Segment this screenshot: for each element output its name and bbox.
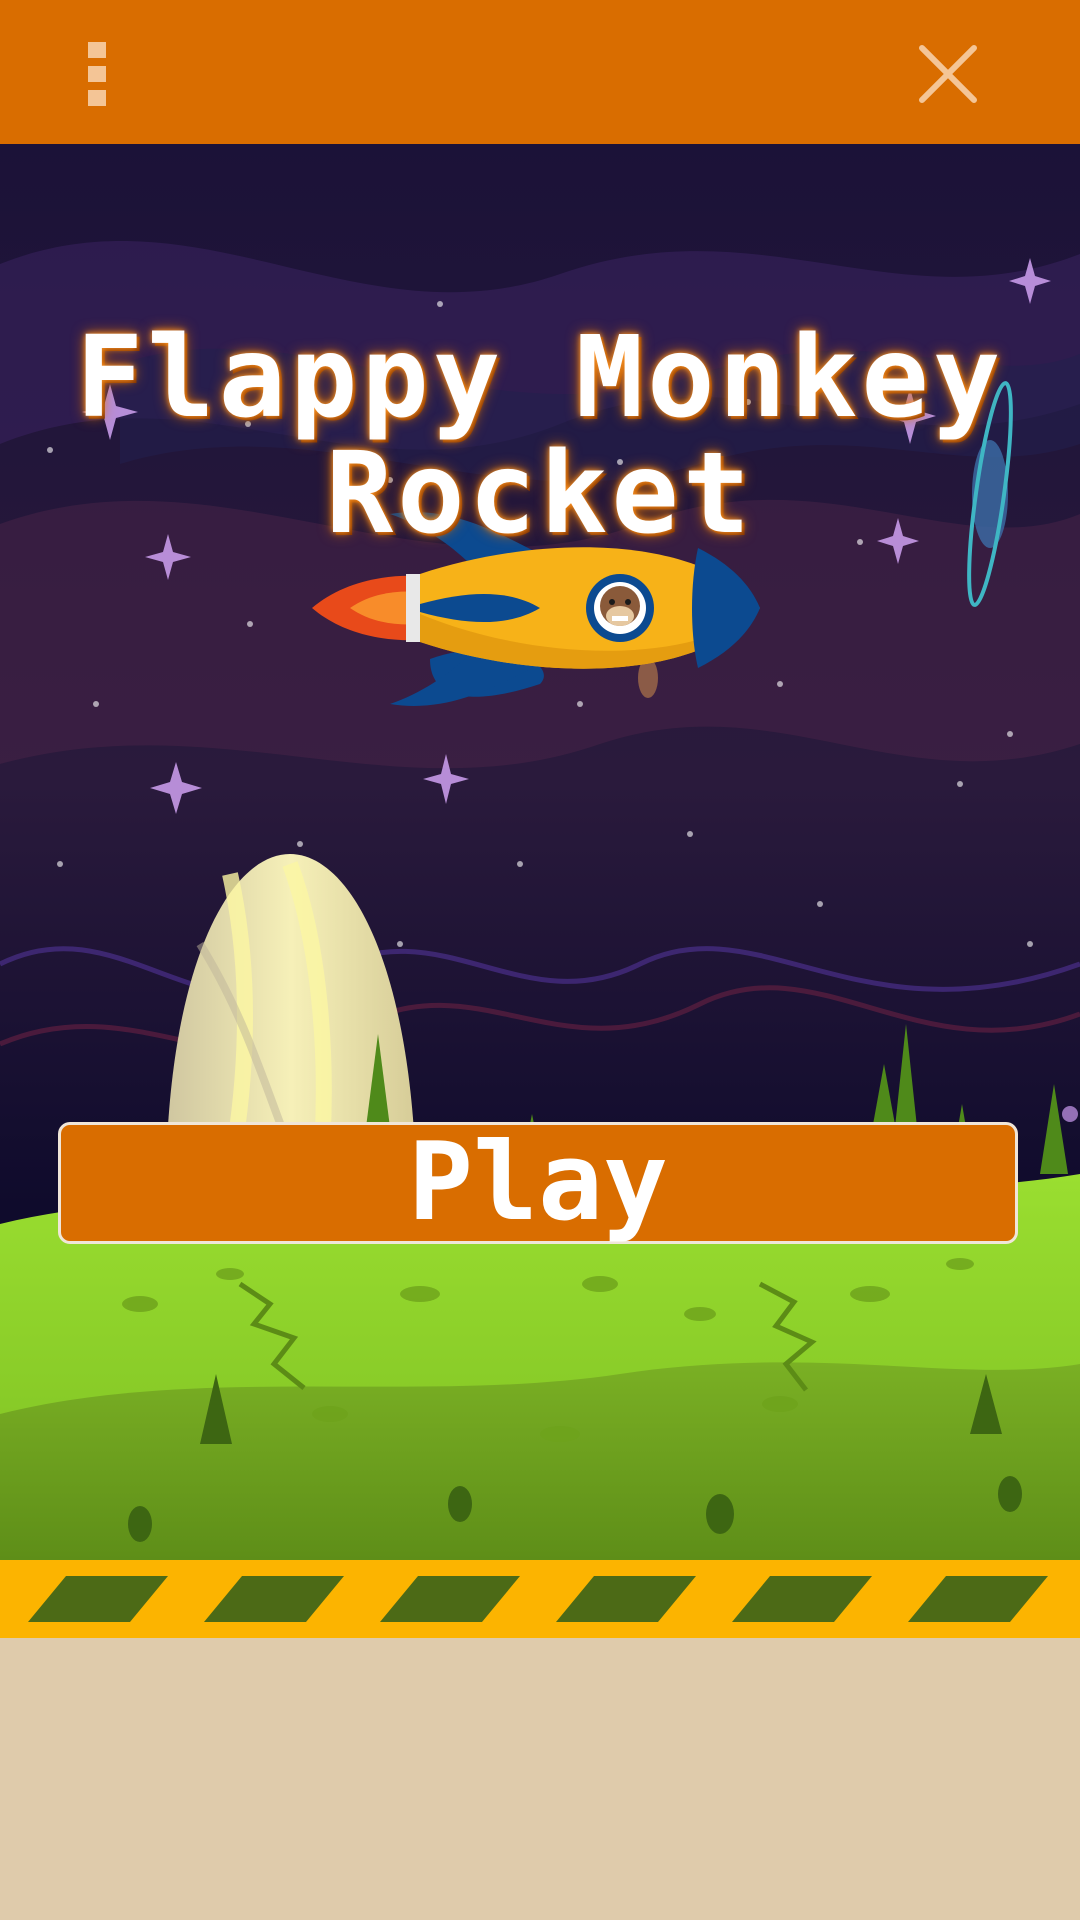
title-line-2: Rocket [325,429,755,559]
overflow-menu-icon[interactable] [76,38,120,110]
hazard-stripe-strip [0,1560,1080,1638]
play-button[interactable]: Play [58,1122,1018,1244]
game-title: Flappy Monkey Rocket [0,320,1080,552]
close-icon[interactable] [912,40,984,112]
top-bar [0,0,1080,144]
game-scene[interactable]: Flappy Monkey Rocket [0,144,1080,1560]
title-line-1: Flappy Monkey [75,313,1005,443]
